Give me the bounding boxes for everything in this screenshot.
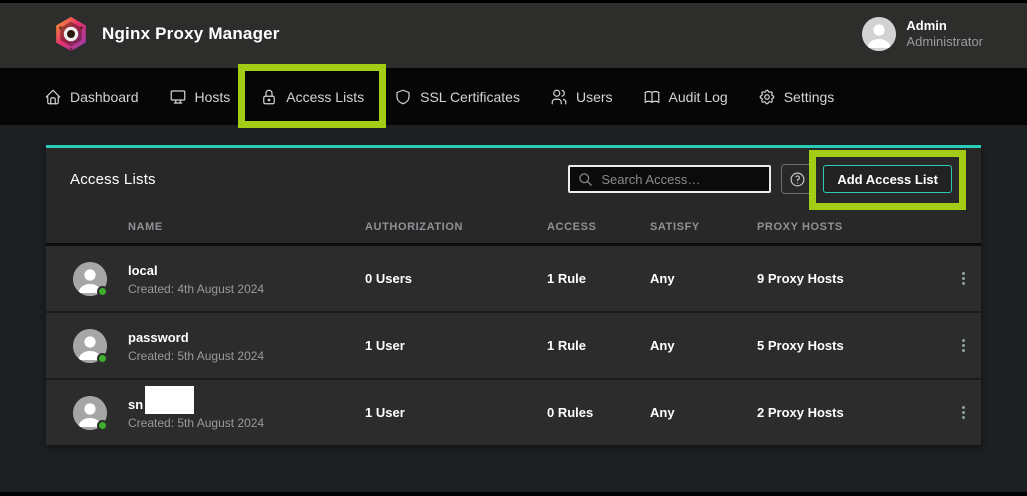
row-menu-button[interactable]	[956, 266, 971, 291]
access-list-name: sn	[128, 397, 143, 412]
proxy-hosts-value: 2 Proxy Hosts	[757, 405, 945, 420]
users-icon	[550, 88, 568, 106]
satisfy-value: Any	[650, 338, 757, 353]
nav-item-audit-log[interactable]: Audit Log	[631, 80, 740, 114]
user-role: Administrator	[906, 34, 983, 50]
app-title: Nginx Proxy Manager	[102, 24, 280, 44]
online-status-dot	[97, 420, 108, 431]
row-menu-button[interactable]	[956, 333, 971, 358]
nav-item-hosts[interactable]: Hosts	[157, 80, 243, 114]
satisfy-value: Any	[650, 271, 757, 286]
nav-item-dashboard[interactable]: Dashboard	[32, 80, 151, 114]
avatar	[73, 396, 107, 430]
proxy-hosts-value: 5 Proxy Hosts	[757, 338, 945, 353]
add-access-list-button[interactable]: Add Access List	[823, 165, 952, 193]
column-header-authorization: Authorization	[365, 221, 547, 233]
access-value: 1 Rule	[547, 338, 650, 353]
nav-label: Audit Log	[669, 89, 728, 105]
satisfy-value: Any	[650, 405, 757, 420]
nav-label: Access Lists	[286, 89, 364, 105]
created-date: Created: 5th August 2024	[128, 349, 365, 363]
proxy-hosts-value: 9 Proxy Hosts	[757, 271, 945, 286]
column-header-proxy-hosts: Proxy Hosts	[757, 221, 945, 233]
redaction-box	[145, 386, 194, 414]
content-area: Access Lists Add Access List Name	[0, 125, 1027, 445]
created-date: Created: 4th August 2024	[128, 282, 365, 296]
panel-header: Access Lists Add Access List	[46, 148, 981, 210]
page-title: Access Lists	[70, 171, 156, 188]
row-menu-button[interactable]	[956, 400, 971, 425]
help-button[interactable]	[781, 164, 813, 194]
table-row-password: password Created: 5th August 2024 1 User…	[46, 313, 981, 378]
access-value: 0 Rules	[547, 405, 650, 420]
table-row-local: local Created: 4th August 2024 0 Users 1…	[46, 246, 981, 311]
nav-item-ssl-certificates[interactable]: SSL Certificates	[382, 80, 532, 114]
nginx-proxy-manager-logo	[52, 15, 90, 53]
access-list-name: local	[128, 263, 158, 278]
user-name: Admin	[906, 18, 983, 34]
authorization-value: 1 User	[365, 338, 547, 353]
access-list-name: password	[128, 330, 189, 345]
access-value: 1 Rule	[547, 271, 650, 286]
help-icon	[789, 171, 806, 188]
nav-item-settings[interactable]: Settings	[746, 80, 847, 114]
screen-bottom-edge	[0, 492, 1027, 496]
nav-label: Settings	[784, 89, 835, 105]
lock-icon	[260, 88, 278, 106]
gear-icon	[758, 88, 776, 106]
access-lists-panel: Access Lists Add Access List Name	[46, 145, 981, 445]
nav-label: Users	[576, 89, 613, 105]
nav-item-access-lists[interactable]: Access Lists	[248, 80, 376, 114]
user-avatar	[862, 17, 896, 51]
search-box	[568, 165, 771, 193]
shield-icon	[394, 88, 412, 106]
authorization-value: 1 User	[365, 405, 547, 420]
app-header: Nginx Proxy Manager Admin Administrator	[0, 0, 1027, 68]
online-status-dot	[97, 286, 108, 297]
column-header-access: Access	[547, 221, 650, 233]
nav-item-users[interactable]: Users	[538, 80, 625, 114]
nav-label: Dashboard	[70, 89, 139, 105]
authorization-value: 0 Users	[365, 271, 547, 286]
avatar	[73, 329, 107, 363]
avatar	[73, 262, 107, 296]
online-status-dot	[97, 353, 108, 364]
monitor-icon	[169, 88, 187, 106]
nav-label: SSL Certificates	[420, 89, 520, 105]
screen-top-edge	[0, 0, 1027, 3]
created-date: Created: 5th August 2024	[128, 416, 365, 430]
user-menu[interactable]: Admin Administrator	[862, 17, 983, 51]
column-header-satisfy: Satisfy	[650, 221, 757, 233]
home-icon	[44, 88, 62, 106]
main-nav: Dashboard Hosts Access Lists SSL Certifi…	[0, 68, 1027, 125]
table-row-redacted: sn Created: 5th August 2024 1 User 0 Rul…	[46, 380, 981, 445]
column-header-name: Name	[128, 221, 365, 233]
search-input[interactable]	[601, 172, 761, 187]
nav-label: Hosts	[195, 89, 231, 105]
book-icon	[643, 88, 661, 106]
search-icon	[578, 172, 593, 187]
table-header: Name Authorization Access Satisfy Proxy …	[46, 210, 981, 243]
